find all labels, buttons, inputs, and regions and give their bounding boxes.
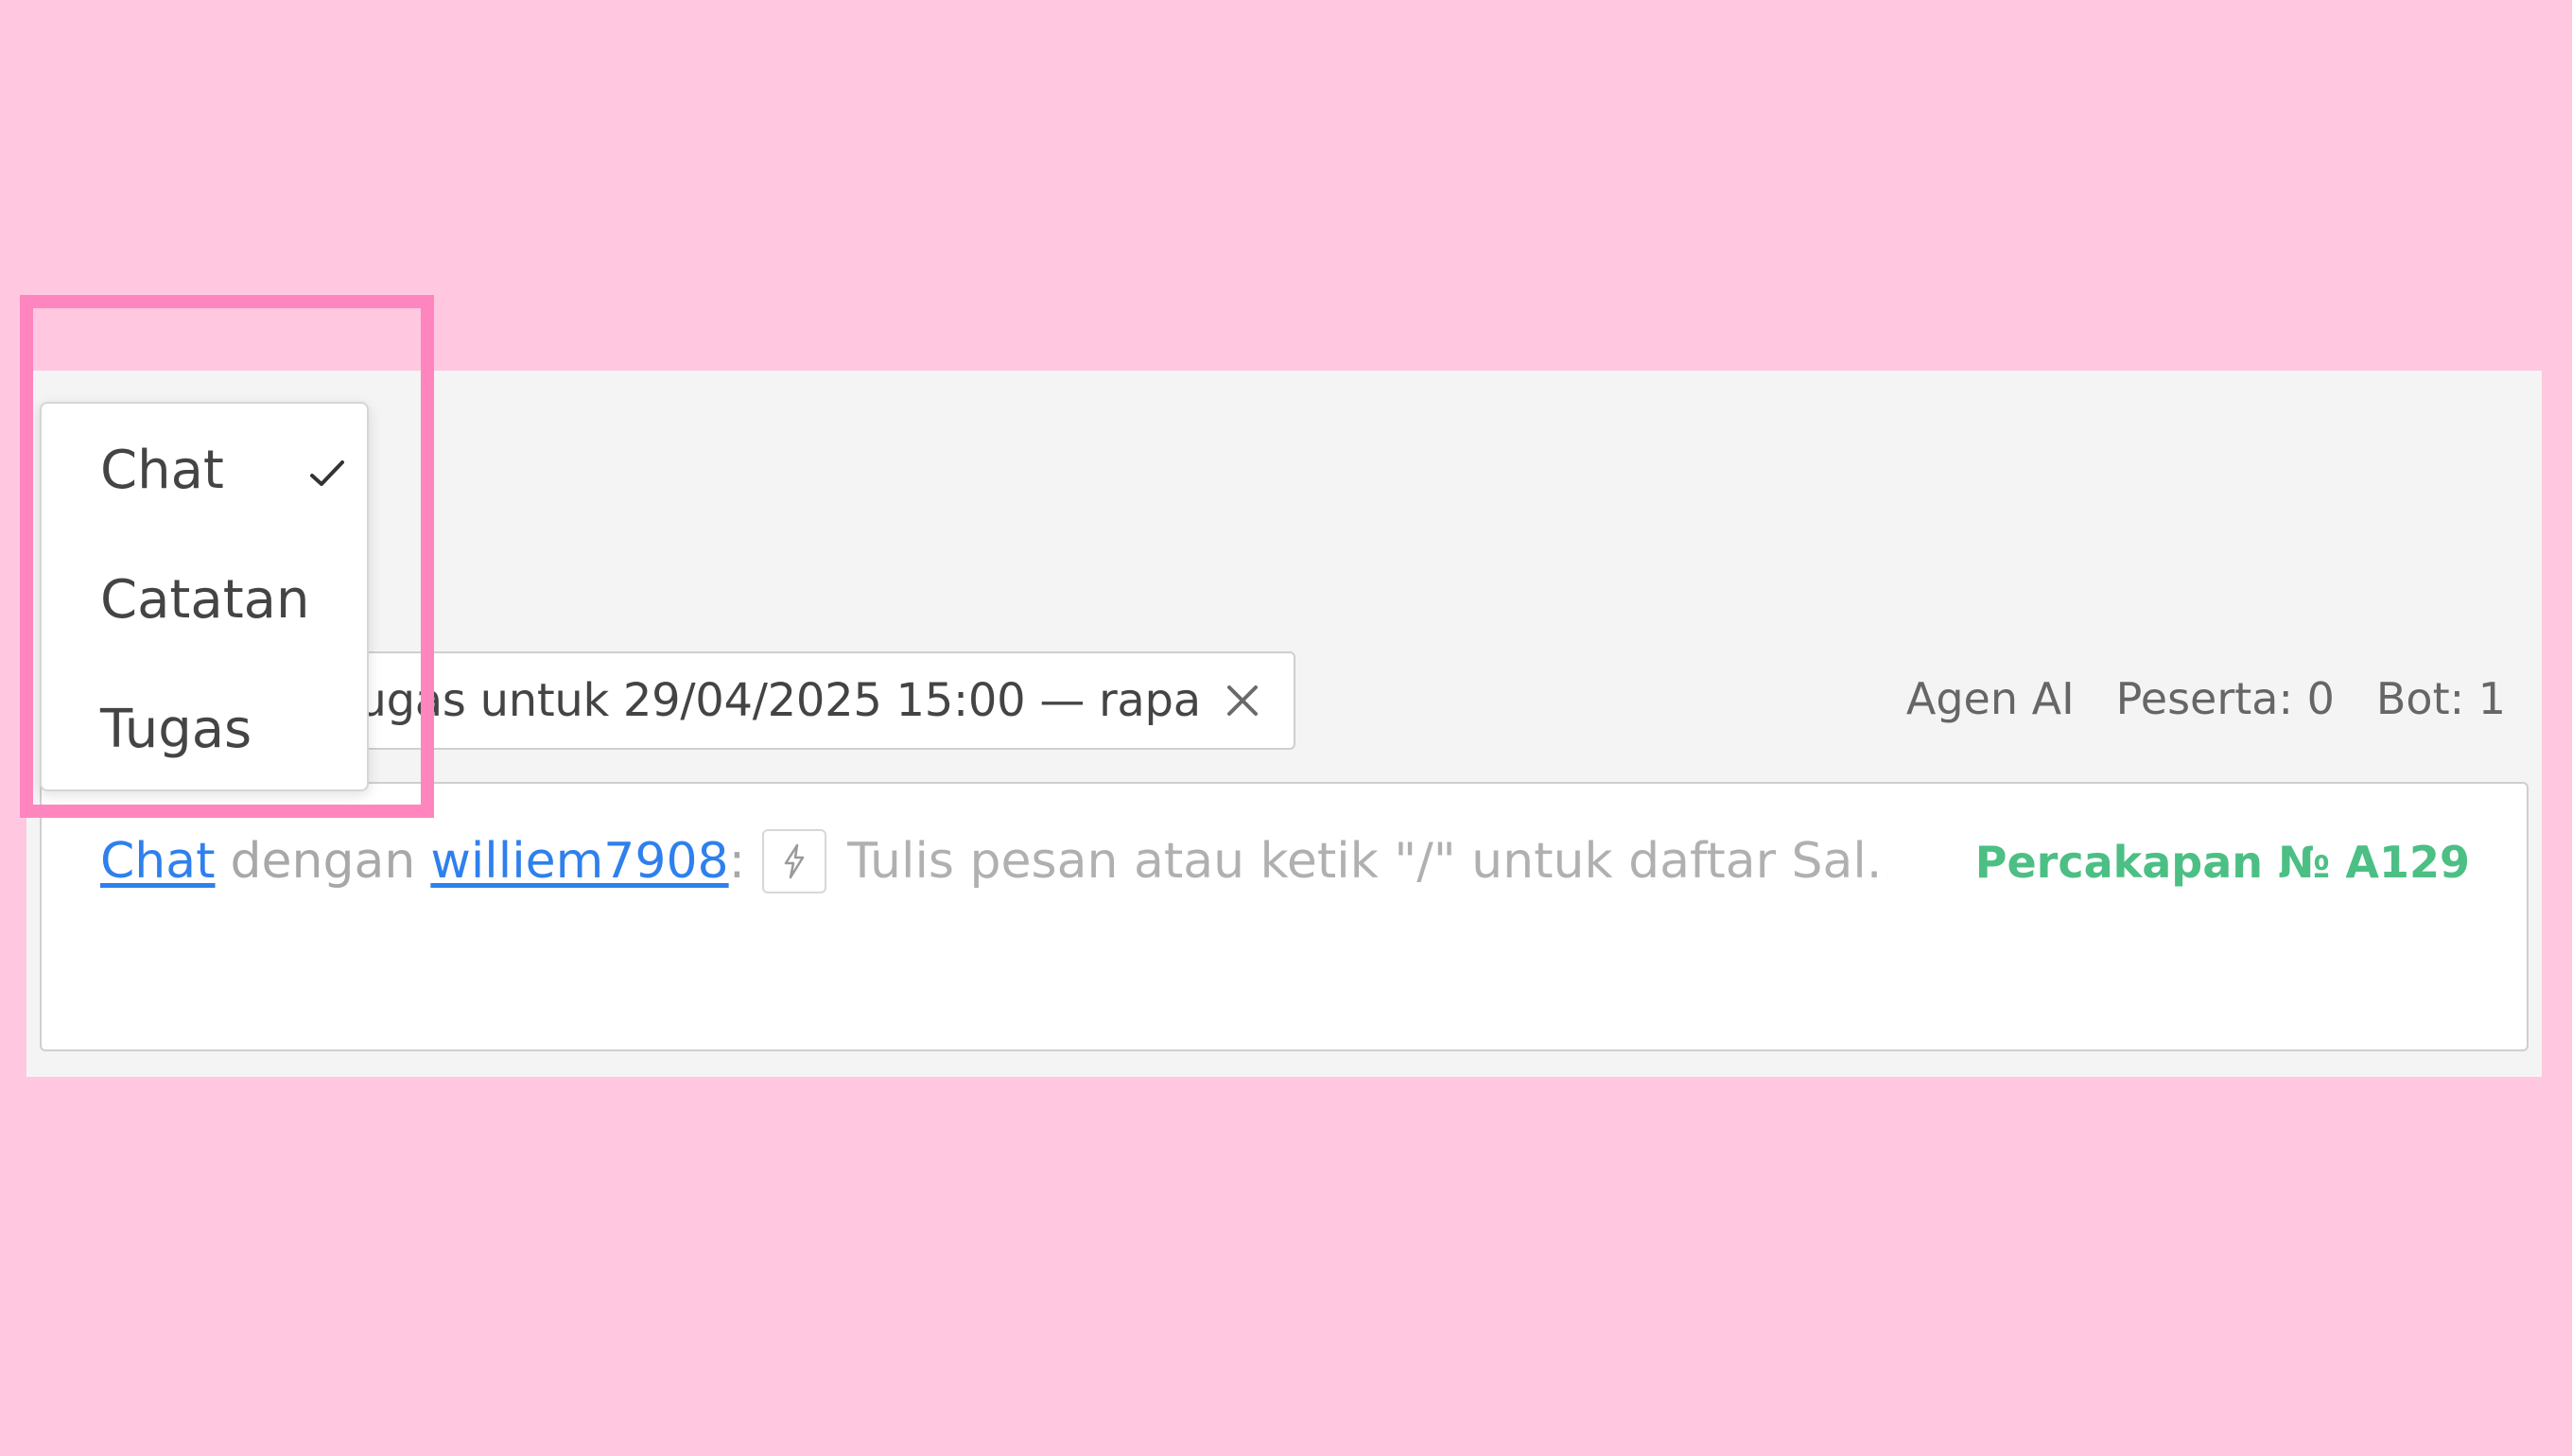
menu-item-tasks[interactable]: Tugas bbox=[100, 699, 252, 760]
colon-separator: : bbox=[728, 833, 746, 890]
conversation-stats: Agen AI Peserta: 0 Bot: 1 bbox=[1906, 673, 2506, 724]
bots-count: Bot: 1 bbox=[2375, 673, 2506, 724]
close-icon[interactable] bbox=[1220, 678, 1265, 723]
conversation-id: Percakapan № A129 bbox=[1974, 837, 2470, 888]
checkmark-icon bbox=[306, 453, 348, 494]
mode-dropdown-menu: Chat Catatan Tugas bbox=[40, 402, 369, 791]
user-link[interactable]: williem7908 bbox=[430, 833, 728, 890]
lightning-icon[interactable] bbox=[762, 829, 827, 893]
message-input[interactable] bbox=[847, 833, 1888, 890]
mode-switch-link[interactable]: Chat bbox=[100, 833, 216, 890]
ai-agent-label[interactable]: Agen AI bbox=[1906, 673, 2075, 724]
participants-count: Peserta: 0 bbox=[2115, 673, 2335, 724]
with-label: dengan bbox=[230, 833, 416, 890]
composer-line: Chat dengan williem7908 : bbox=[100, 829, 1888, 893]
menu-item-notes[interactable]: Catatan bbox=[100, 569, 309, 631]
menu-item-chat[interactable]: Chat bbox=[100, 440, 224, 501]
message-composer[interactable]: Chat dengan williem7908 : Percakapan № A… bbox=[40, 782, 2529, 1051]
task-reminder-text: tugas untuk 29/04/2025 15:00 — rapat bbox=[340, 674, 1201, 727]
task-reminder-chip[interactable]: tugas untuk 29/04/2025 15:00 — rapat bbox=[263, 651, 1295, 750]
